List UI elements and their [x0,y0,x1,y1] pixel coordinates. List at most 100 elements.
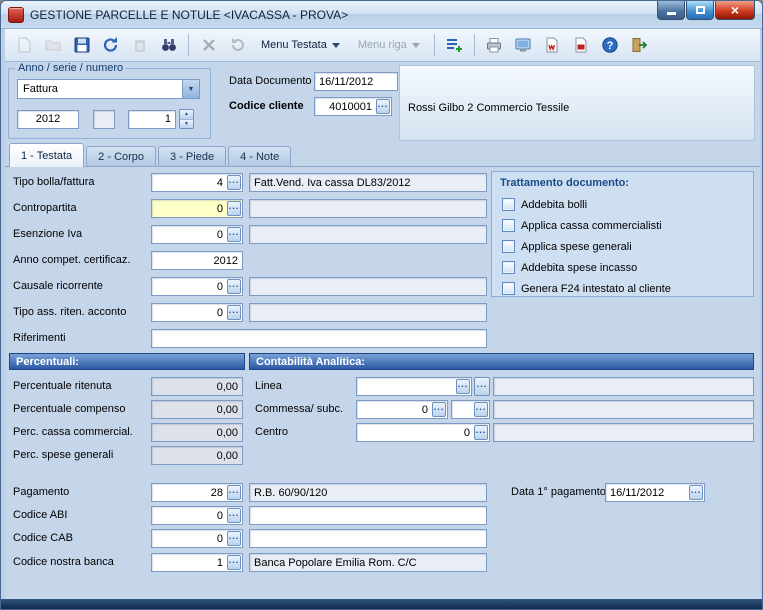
toolbar-separator [188,34,189,56]
riferimenti-field[interactable] [151,329,487,348]
minimize-button[interactable] [657,1,685,20]
check-row: Applica cassa commercialisti [502,219,662,232]
linea-extra-lookup-button[interactable] [474,377,490,396]
causale-field[interactable]: 0 [151,277,243,296]
centro-value: 0 [357,427,474,439]
centro-label: Centro [255,426,288,439]
app-window: GESTIONE PARCELLE E NOTULE <IVACASSA - P… [0,0,763,610]
anno-serie-numero-group: Anno / serie / numero Fattura 2012 1 [8,68,211,139]
commessa-field[interactable]: 0 [356,400,448,419]
tipo-ass-lookup-button[interactable] [227,305,241,320]
app-icon [8,7,24,23]
maximize-button[interactable] [686,1,714,20]
commessa-desc [493,400,754,419]
data-pagamento-lookup-button[interactable] [689,485,703,500]
tab-piede[interactable]: 3 - Piede [158,146,226,166]
tipo-bolla-desc: Fatt.Vend. Iva cassa DL83/2012 [249,173,487,192]
esenzione-lookup-button[interactable] [227,227,241,242]
anno-field[interactable]: 2012 [17,110,79,129]
perc-spese-field: 0,00 [151,446,243,465]
window-buttons [656,1,755,20]
codice-abi-lookup-button[interactable] [227,508,241,523]
serie-field[interactable] [93,110,115,129]
perc-ritenuta-value: 0,00 [152,381,242,393]
tab-strip: 1 - Testata 2 - Corpo 3 - Piede 4 - Note [5,143,760,167]
data-documento-label: Data Documento [229,75,312,88]
pagamento-desc-value: R.B. 60/90/120 [250,487,486,499]
export-pdf-icon[interactable] [568,32,595,58]
trattamento-documento-panel: Trattamento documento: Addebita bolli Ap… [491,171,754,297]
data-documento-value: 16/11/2012 [315,76,397,88]
linea-field[interactable] [356,377,472,396]
checkbox-applica-cassa-commercialisti[interactable] [502,219,515,232]
codice-nostra-banca-label: Codice nostra banca [13,556,114,569]
tab-corpo[interactable]: 2 - Corpo [86,146,156,166]
perc-cassa-value: 0,00 [152,427,242,439]
tab-note[interactable]: 4 - Note [228,146,291,166]
numero-field[interactable]: 1 [128,110,176,129]
contropartita-desc [249,199,487,218]
undo-icon[interactable] [97,32,124,58]
commessa-label: Commessa/ subc. [255,403,343,416]
menu-testata-button[interactable]: Menu Testata [253,35,348,56]
codice-nostra-banca-field[interactable]: 1 [151,553,243,572]
causale-lookup-button[interactable] [227,279,241,294]
subcommessa-field[interactable] [451,400,490,419]
tipo-bolla-field[interactable]: 4 [151,173,243,192]
search-icon[interactable] [155,32,182,58]
codice-abi-field[interactable]: 0 [151,506,243,525]
chevron-down-icon[interactable] [182,80,199,98]
percentuali-section-header: Percentuali: [9,353,245,370]
print-preview-icon[interactable] [510,32,537,58]
codice-cab-label: Codice CAB [13,532,73,545]
tipo-ass-value: 0 [152,307,227,319]
tab-label: 2 - Corpo [98,151,144,163]
subcommessa-lookup-button[interactable] [474,402,488,417]
analitica-title: Contabilità Analitica: [256,356,365,368]
checkbox-addebita-spese-incasso[interactable] [502,261,515,274]
exit-icon[interactable] [626,32,653,58]
anno-compet-field[interactable]: 2012 [151,251,243,270]
print-icon[interactable] [481,32,508,58]
close-button[interactable] [715,1,755,20]
percentuali-title: Percentuali: [16,356,79,368]
esenzione-field[interactable]: 0 [151,225,243,244]
tipo-bolla-value: 4 [152,177,227,189]
centro-field[interactable]: 0 [356,423,490,442]
numero-spinner[interactable] [179,109,194,129]
check-row: Addebita bolli [502,198,587,211]
data-pagamento-field[interactable]: 16/11/2012 [605,483,705,502]
causale-label: Causale ricorrente [13,280,103,293]
tipo-ass-field[interactable]: 0 [151,303,243,322]
checkbox-addebita-bolli[interactable] [502,198,515,211]
contropartita-field[interactable]: 0 [151,199,243,218]
help-icon[interactable]: ? [597,32,624,58]
centro-lookup-button[interactable] [474,425,488,440]
codice-nostra-banca-lookup-button[interactable] [227,555,241,570]
codice-cliente-field[interactable]: 4010001 [314,97,392,116]
restore-icon [224,32,251,58]
codice-abi-desc [249,506,487,525]
linea-lookup-button[interactable] [456,379,470,394]
checkbox-applica-spese-generali[interactable] [502,240,515,253]
tab-testata[interactable]: 1 - Testata [9,143,84,167]
group-title: Anno / serie / numero [15,62,126,74]
tipo-bolla-label: Tipo bolla/fattura [13,176,95,189]
save-icon[interactable] [68,32,95,58]
codice-cab-lookup-button[interactable] [227,531,241,546]
contropartita-lookup-button[interactable] [227,201,241,216]
export-word-icon[interactable] [539,32,566,58]
tipo-bolla-lookup-button[interactable] [227,175,241,190]
commessa-lookup-button[interactable] [432,402,446,417]
doc-type-select[interactable]: Fattura [17,79,200,99]
anno-value: 2012 [18,113,78,125]
codice-cliente-lookup-button[interactable] [376,99,390,114]
pagamento-lookup-button[interactable] [227,485,241,500]
rows-add-icon[interactable] [441,32,468,58]
codice-cab-field[interactable]: 0 [151,529,243,548]
pagamento-field[interactable]: 28 [151,483,243,502]
data-documento-field[interactable]: 16/11/2012 [314,72,398,91]
checkbox-genera-f24[interactable] [502,282,515,295]
tipo-ass-desc [249,303,487,322]
customer-address: Rossi Gilbo 2 Commercio Tessile Via mont… [399,65,755,141]
